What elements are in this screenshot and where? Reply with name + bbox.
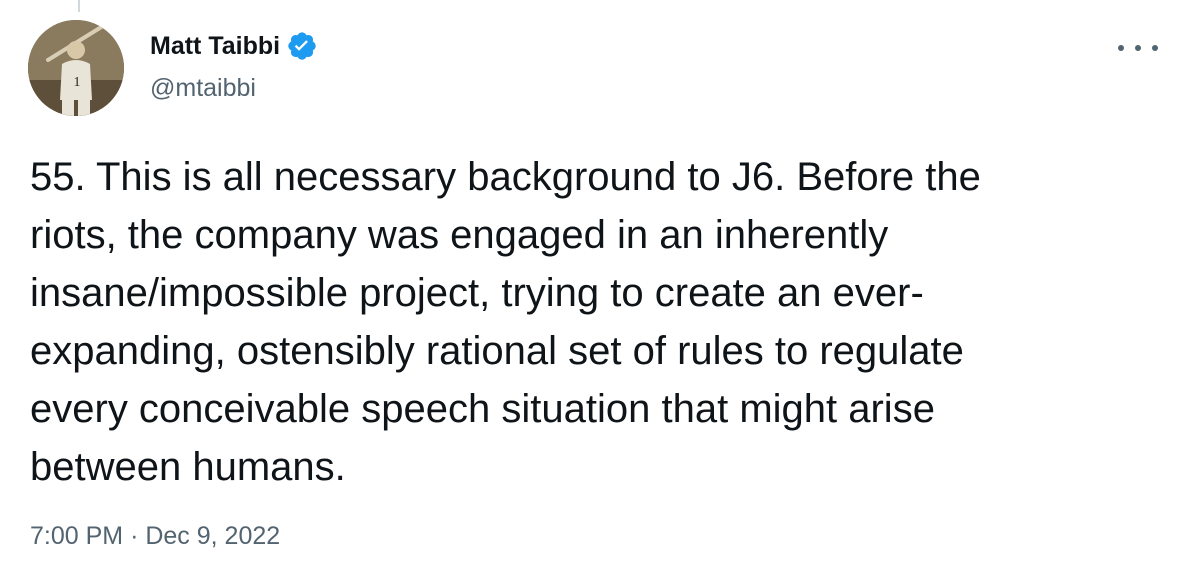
more-options-icon-dot xyxy=(1135,45,1141,51)
more-options-button[interactable] xyxy=(1118,36,1158,60)
tweet-text-line: expanding, ostensibly rational set of ru… xyxy=(30,329,964,373)
tweet-text-line: every conceivable speech situation that … xyxy=(30,387,935,431)
avatar-photo-icon: 1 xyxy=(28,20,124,116)
tweet-timestamp-row: 7:00 PM · Dec 9, 2022 xyxy=(30,518,280,554)
tweet-text-line: insane/impossible project, trying to cre… xyxy=(30,271,924,315)
tweet-text: 55. This is all necessary background to … xyxy=(30,148,1150,496)
tweet-text-line: between humans. xyxy=(30,445,346,489)
verified-badge-icon xyxy=(286,30,318,62)
author-name-row: Matt Taibbi xyxy=(150,30,318,62)
author-display-name[interactable]: Matt Taibbi xyxy=(150,30,280,62)
more-options-icon-dot xyxy=(1152,45,1158,51)
author-handle[interactable]: @mtaibbi xyxy=(150,72,256,104)
svg-text:1: 1 xyxy=(74,75,81,90)
tweet-time-link[interactable]: 7:00 PM xyxy=(30,522,123,550)
tweet-text-line: riots, the company was engaged in an inh… xyxy=(30,213,889,257)
meta-separator: · xyxy=(130,522,139,550)
author-avatar[interactable]: 1 xyxy=(28,20,124,116)
more-options-icon xyxy=(1118,45,1124,51)
thread-connector-line xyxy=(78,0,80,12)
tweet-text-line: 55. This is all necessary background to … xyxy=(30,155,981,199)
tweet-date-link[interactable]: Dec 9, 2022 xyxy=(145,522,280,550)
